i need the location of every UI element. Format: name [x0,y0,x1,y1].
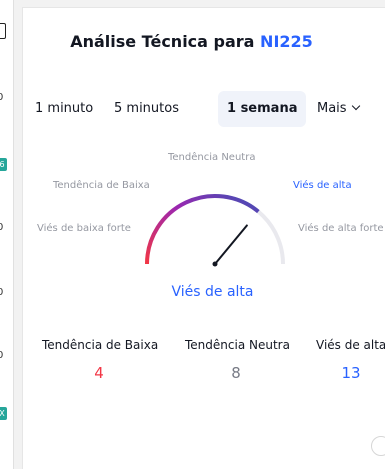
strip-value: 0 [0,350,4,361]
sentiment-verdict: Viés de alta [171,284,254,300]
summary-buy-count: 13 [341,364,361,382]
gauge-fill-arc [145,194,260,265]
chevron-down-icon [351,101,360,111]
gauge-label-buy: Viés de alta [293,180,352,191]
tab-more-label: Mais [317,101,347,116]
tab-1-week[interactable]: 1 semana [218,91,307,127]
tab-more[interactable]: Mais [308,91,368,127]
tab-1-minute[interactable]: 1 minuto [26,91,102,127]
widget-title: Análise Técnica para NI225 [0,32,383,51]
sentiment-gauge [145,194,285,267]
page: 0 6 0 0 0 X Análise Técnica para NI225 1… [0,0,385,469]
tab-5-minutes[interactable]: 5 minutos [105,91,188,127]
gauge-track [145,194,285,265]
summary-neutral-label: Tendência Neutra [185,338,290,352]
strip-badge: 6 [0,158,7,171]
strip-badge: X [0,407,7,420]
gauge-pivot [212,261,218,267]
strip-value: 0 [0,222,4,233]
gauge-label-strong-buy: Viés de alta forte [298,223,384,234]
gauge-needle [214,224,248,265]
gauge-label-strong-sell: Viés de baixa forte [37,223,131,234]
scroll-handle[interactable] [371,436,385,456]
summary-neutral-count: 8 [231,364,241,382]
left-panel-edge: 0 6 0 0 0 X [0,0,14,469]
summary-sell-label: Tendência de Baixa [42,338,159,352]
summary-sell-count: 4 [94,364,104,382]
gauge-label-neutral: Tendência Neutra [168,152,256,163]
strip-value: 0 [0,92,4,103]
symbol-link[interactable]: NI225 [260,32,313,51]
summary-buy-label: Viés de alta [316,338,385,352]
title-prefix: Análise Técnica para [70,32,255,51]
